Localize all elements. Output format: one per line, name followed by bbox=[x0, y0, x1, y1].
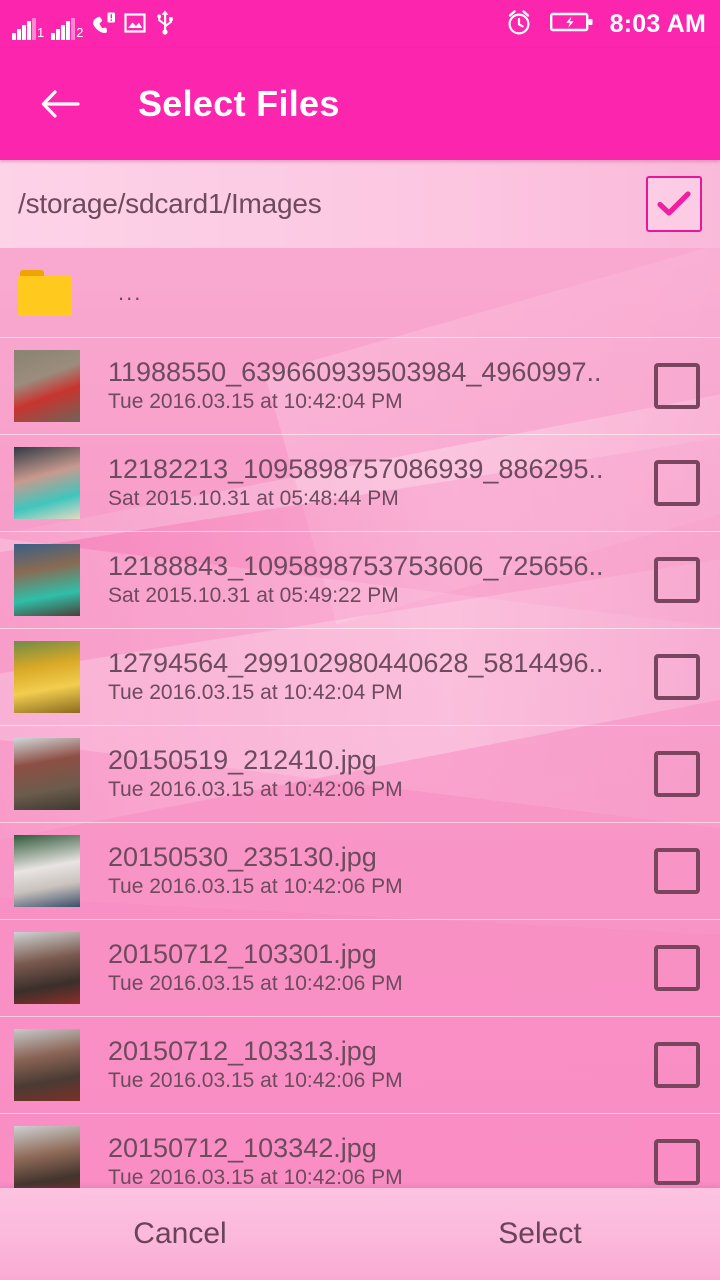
alarm-icon bbox=[504, 7, 534, 42]
clock-time: 8:03 AM bbox=[609, 9, 706, 38]
file-checkbox[interactable] bbox=[654, 848, 700, 894]
file-thumbnail bbox=[14, 447, 80, 519]
missed-call-icon bbox=[90, 11, 116, 40]
file-meta: 20150519_212410.jpg Tue 2016.03.15 at 10:… bbox=[108, 745, 640, 802]
file-date: Sat 2015.10.31 at 05:49:22 PM bbox=[108, 584, 399, 608]
table-row[interactable]: 20150519_212410.jpg Tue 2016.03.15 at 10:… bbox=[0, 726, 720, 823]
signal-sim2-icon: 2 bbox=[51, 17, 84, 40]
status-bar: 1 2 8:03 AM bbox=[0, 0, 720, 48]
file-thumbnail bbox=[14, 350, 80, 422]
parent-directory-label: ... bbox=[118, 279, 143, 305]
file-name: 12182213_1095898757086939_886295.. bbox=[108, 454, 604, 485]
image-icon bbox=[123, 11, 147, 40]
file-name: 20150519_212410.jpg bbox=[108, 745, 377, 776]
table-row[interactable]: 12794564_299102980440628_5814496.. Tue 20… bbox=[0, 629, 720, 726]
file-meta: 20150712_103342.jpg Tue 2016.03.15 at 10:… bbox=[108, 1133, 640, 1188]
file-checkbox[interactable] bbox=[654, 654, 700, 700]
file-date: Tue 2016.03.15 at 10:42:04 PM bbox=[108, 390, 403, 414]
file-checkbox[interactable] bbox=[654, 1042, 700, 1088]
file-thumbnail bbox=[14, 835, 80, 907]
file-thumbnail bbox=[14, 738, 80, 810]
file-name: 12794564_299102980440628_5814496.. bbox=[108, 648, 604, 679]
page-title: Select Files bbox=[138, 83, 340, 124]
file-meta: 20150712_103313.jpg Tue 2016.03.15 at 10:… bbox=[108, 1036, 640, 1093]
file-checkbox[interactable] bbox=[654, 363, 700, 409]
file-meta: 12794564_299102980440628_5814496.. Tue 20… bbox=[108, 648, 640, 705]
file-meta: 20150530_235130.jpg Tue 2016.03.15 at 10:… bbox=[108, 842, 640, 899]
file-meta: 20150712_103301.jpg Tue 2016.03.15 at 10:… bbox=[108, 939, 640, 996]
file-date: Tue 2016.03.15 at 10:42:04 PM bbox=[108, 681, 403, 705]
back-arrow-icon[interactable] bbox=[34, 78, 86, 130]
file-thumbnail bbox=[14, 1126, 80, 1188]
file-meta: 12188843_1095898753753606_725656.. Sat 20… bbox=[108, 551, 640, 608]
path-bar: /storage/sdcard1/Images bbox=[0, 160, 720, 248]
file-date: Tue 2016.03.15 at 10:42:06 PM bbox=[108, 875, 403, 899]
file-name: 11988550_639660939503984_4960997.. bbox=[108, 357, 602, 388]
file-date: Sat 2015.10.31 at 05:48:44 PM bbox=[108, 487, 399, 511]
file-name: 20150530_235130.jpg bbox=[108, 842, 377, 873]
select-all-checkbox[interactable] bbox=[646, 176, 702, 232]
file-thumbnail bbox=[14, 1029, 80, 1101]
file-thumbnail bbox=[14, 544, 80, 616]
file-date: Tue 2016.03.15 at 10:42:06 PM bbox=[108, 972, 403, 996]
table-row[interactable]: 20150712_103301.jpg Tue 2016.03.15 at 10:… bbox=[0, 920, 720, 1017]
battery-charging-icon bbox=[549, 10, 594, 39]
signal-sim1-icon: 1 bbox=[12, 17, 45, 40]
table-row[interactable]: 20150530_235130.jpg Tue 2016.03.15 at 10:… bbox=[0, 823, 720, 920]
file-checkbox[interactable] bbox=[654, 460, 700, 506]
file-picker-screen: 1 2 8:03 AM Select Files /storage/sdcard… bbox=[0, 0, 720, 1280]
file-checkbox[interactable] bbox=[654, 945, 700, 991]
sim1-label: 1 bbox=[37, 24, 45, 40]
file-checkbox[interactable] bbox=[654, 751, 700, 797]
file-thumbnail bbox=[14, 641, 80, 713]
table-row[interactable]: 12188843_1095898753753606_725656.. Sat 20… bbox=[0, 532, 720, 629]
file-name: 20150712_103313.jpg bbox=[108, 1036, 377, 1067]
app-bar: Select Files bbox=[0, 48, 720, 160]
folder-icon bbox=[18, 269, 76, 316]
select-button[interactable]: Select bbox=[360, 1188, 720, 1280]
table-row[interactable]: 12182213_1095898757086939_886295.. Sat 20… bbox=[0, 435, 720, 532]
file-thumbnail bbox=[14, 932, 80, 1004]
file-list[interactable]: ... 11988550_639660939503984_4960997.. Tu… bbox=[0, 248, 720, 1188]
sim2-label: 2 bbox=[76, 24, 84, 40]
file-name: 20150712_103342.jpg bbox=[108, 1133, 377, 1164]
file-name: 12188843_1095898753753606_725656.. bbox=[108, 551, 604, 582]
table-row[interactable]: 11988550_639660939503984_4960997.. Tue 20… bbox=[0, 338, 720, 435]
file-date: Tue 2016.03.15 at 10:42:06 PM bbox=[108, 1166, 403, 1188]
cancel-button[interactable]: Cancel bbox=[0, 1188, 360, 1280]
table-row[interactable]: 20150712_103342.jpg Tue 2016.03.15 at 10:… bbox=[0, 1114, 720, 1188]
file-name: 20150712_103301.jpg bbox=[108, 939, 377, 970]
check-icon bbox=[657, 191, 691, 216]
file-meta: 12182213_1095898757086939_886295.. Sat 20… bbox=[108, 454, 640, 511]
parent-directory-row[interactable]: ... bbox=[0, 248, 720, 338]
file-checkbox[interactable] bbox=[654, 557, 700, 603]
file-checkbox[interactable] bbox=[654, 1139, 700, 1185]
file-meta: 11988550_639660939503984_4960997.. Tue 20… bbox=[108, 357, 640, 414]
footer-actions: Cancel Select bbox=[0, 1188, 720, 1280]
usb-icon bbox=[154, 9, 176, 40]
current-path: /storage/sdcard1/Images bbox=[18, 188, 322, 219]
file-date: Tue 2016.03.15 at 10:42:06 PM bbox=[108, 778, 403, 802]
table-row[interactable]: 20150712_103313.jpg Tue 2016.03.15 at 10:… bbox=[0, 1017, 720, 1114]
file-date: Tue 2016.03.15 at 10:42:06 PM bbox=[108, 1069, 403, 1093]
